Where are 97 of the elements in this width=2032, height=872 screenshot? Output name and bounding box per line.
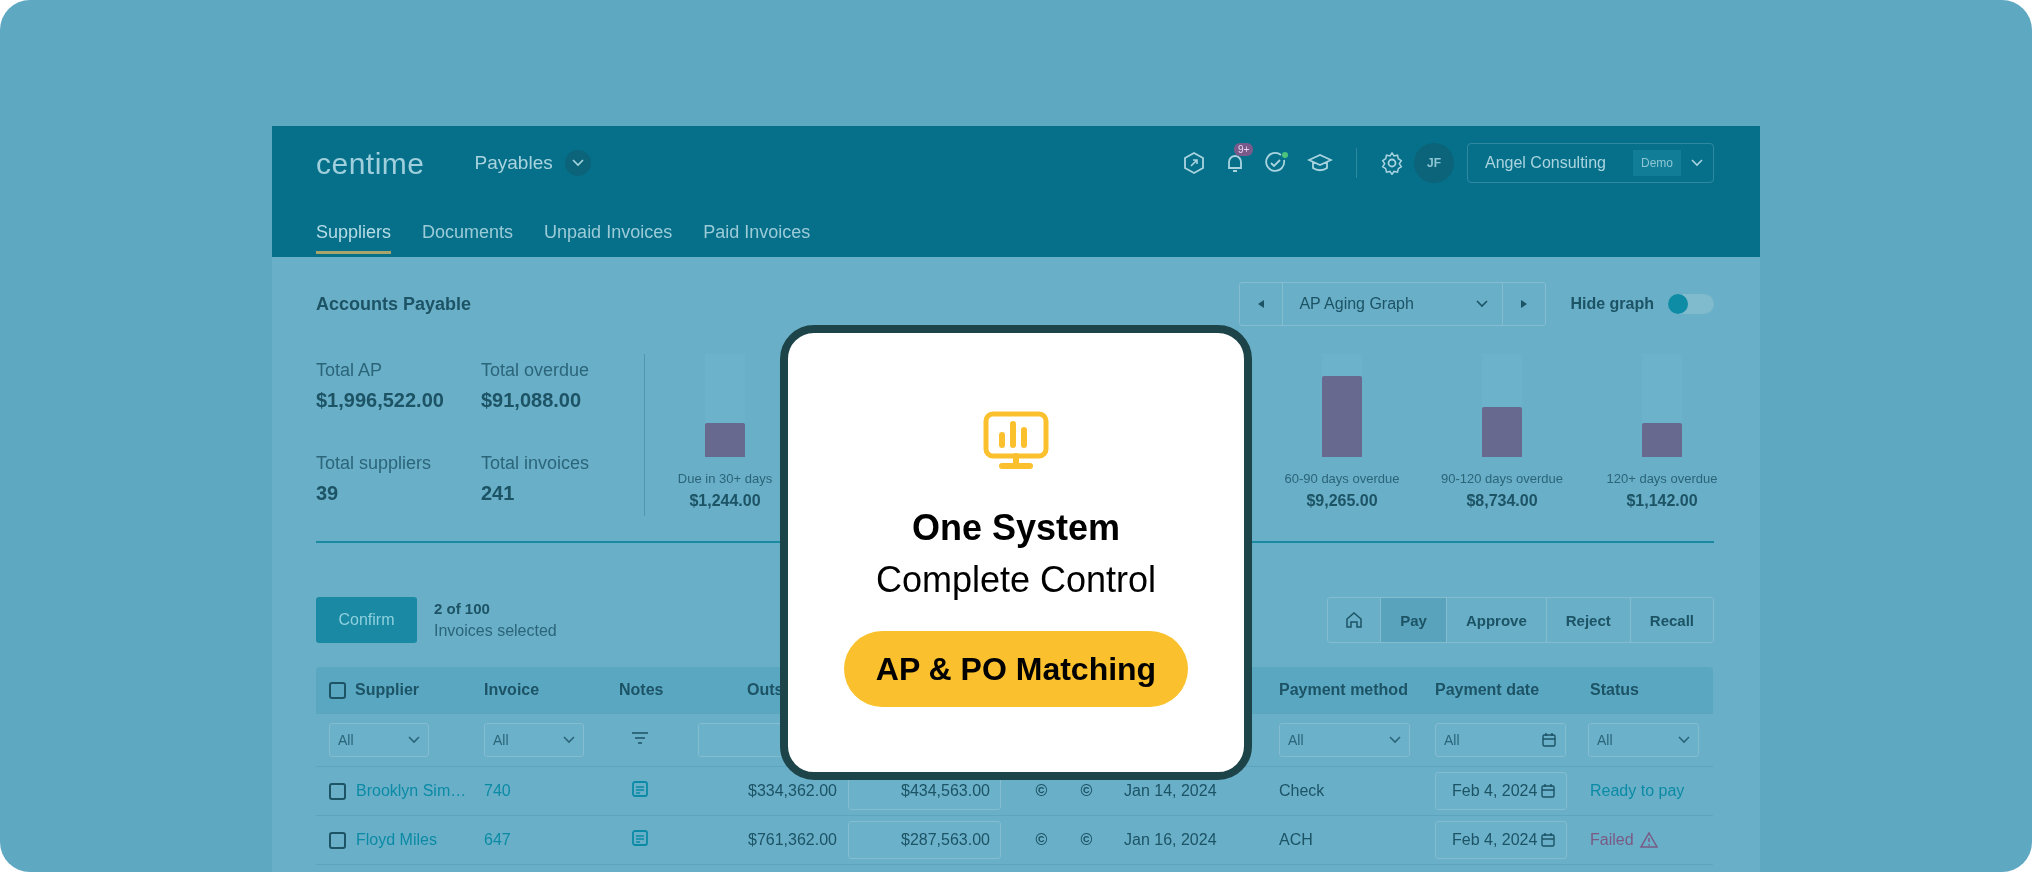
chevron-down-icon	[563, 736, 575, 744]
module-dropdown-button[interactable]	[564, 150, 591, 176]
calendar-icon	[1541, 732, 1557, 748]
notification-badge: 9+	[1234, 143, 1254, 156]
note-icon[interactable]	[631, 829, 649, 847]
column-header: Status	[1590, 681, 1639, 699]
selection-caption: Invoices selected	[434, 622, 557, 640]
module-title: Payables	[474, 152, 553, 174]
date-field[interactable]: Feb 4, 2024	[1435, 821, 1567, 859]
graph-dropdown[interactable]: AP Aging Graph	[1282, 283, 1504, 325]
table-cell-text: ©	[1034, 831, 1049, 849]
promo-subtitle: Complete Control	[875, 559, 1157, 601]
action-button[interactable]: Pay	[1380, 598, 1446, 642]
table-cell-text: Jan 16, 2024	[1123, 831, 1218, 849]
bar-label: 90-120 days overdue	[1440, 471, 1564, 486]
status-text: Ready to pay	[1589, 782, 1686, 800]
invoice-link[interactable]: 740	[484, 782, 511, 799]
stat-value: $1,996,522.00	[316, 389, 445, 412]
promo-title: One System	[911, 507, 1121, 549]
bar-amount: $9,265.00	[1306, 492, 1378, 510]
selection-count: 2 of 100	[434, 600, 491, 617]
date-field[interactable]: Feb 4, 2024	[1435, 772, 1567, 810]
table-cell-text: $334,362.00	[747, 782, 838, 800]
caret-left-icon	[1258, 300, 1265, 308]
bar-label: 120+ days overdue	[1606, 471, 1718, 486]
invoice-link[interactable]: 647	[484, 831, 511, 848]
checkbox[interactable]	[329, 831, 346, 849]
table-cell-text: $761,362.00	[747, 831, 838, 849]
confirm-button[interactable]: Confirm	[316, 597, 417, 643]
settings-icon[interactable]	[1380, 151, 1404, 175]
toggle-label: Hide graph	[1570, 295, 1654, 313]
bar-label: 60-90 days overdue	[1284, 471, 1400, 486]
home-icon	[1344, 610, 1365, 630]
demo-tag: Demo	[1633, 150, 1681, 176]
tab[interactable]: Suppliers	[316, 213, 392, 254]
chevron-down-icon	[1691, 159, 1703, 167]
column-header: Payment date	[1435, 681, 1540, 699]
checkbox[interactable]	[329, 782, 346, 800]
tab[interactable]: Paid Invoices	[703, 213, 811, 254]
stat-label: Total overdue	[481, 360, 591, 381]
graph-dropdown-value: AP Aging Graph	[1299, 295, 1414, 313]
date-filter[interactable]: All	[1435, 723, 1566, 757]
chevron-down-icon	[1389, 736, 1401, 744]
table-cell-text: Check	[1278, 782, 1326, 800]
chevron-down-icon	[1678, 736, 1690, 744]
action-button[interactable]: Reject	[1545, 598, 1630, 642]
stat-label: Total AP	[316, 360, 384, 381]
filter-dropdown[interactable]: All	[1279, 723, 1410, 757]
table-cell-text: ACH	[1278, 831, 1314, 849]
table-cell-text: ©	[1034, 782, 1049, 800]
chevron-down-icon	[408, 736, 420, 744]
table-cell-text: ©	[1079, 831, 1094, 849]
logo[interactable]: centime	[316, 145, 425, 181]
stat-value: 241	[481, 482, 516, 505]
stat-label: Total invoices	[481, 453, 591, 474]
warning-icon	[1639, 832, 1658, 848]
supplier-link[interactable]: Floyd Miles	[356, 831, 437, 849]
table-cell-text: ©	[1079, 782, 1094, 800]
action-button[interactable]: Approve	[1445, 598, 1546, 642]
bar-amount: $1,142.00	[1626, 492, 1698, 510]
note-icon[interactable]	[631, 780, 649, 798]
amount-field[interactable]: $287,563.00	[848, 821, 1001, 859]
monitor-chart-icon	[983, 411, 1049, 471]
filter-dropdown[interactable]: All	[484, 723, 584, 757]
checkbox[interactable]	[329, 681, 346, 699]
company-name: Angel Consulting	[1485, 154, 1606, 172]
company-selector[interactable]: Angel Consulting Demo	[1467, 143, 1714, 183]
section-title: Accounts Payable	[316, 293, 472, 315]
tab[interactable]: Unpaid Invoices	[544, 213, 673, 254]
chevron-down-icon	[571, 159, 584, 167]
calendar-icon	[1540, 832, 1556, 848]
filter-dropdown[interactable]: All	[329, 723, 429, 757]
filter-icon[interactable]	[631, 731, 649, 745]
filter-dropdown[interactable]: All	[1588, 723, 1699, 757]
column-header: Notes	[619, 681, 664, 699]
status-text: Failed	[1590, 831, 1634, 849]
avatar[interactable]: JF	[1414, 143, 1454, 183]
stat-value: $91,088.00	[481, 389, 583, 412]
bar-amount: $1,244.00	[689, 492, 761, 510]
bar-amount: $8,734.00	[1466, 492, 1538, 510]
hide-graph-toggle[interactable]	[1668, 294, 1714, 314]
calendar-icon	[1540, 783, 1556, 799]
column-header: Supplier	[355, 681, 419, 699]
chevron-down-icon	[1476, 300, 1489, 308]
hexagon-icon[interactable]	[1182, 151, 1206, 175]
check-badge-icon[interactable]	[1264, 151, 1290, 175]
table-cell-text: Jan 14, 2024	[1123, 782, 1218, 800]
feature-badge: AP & PO Matching	[843, 631, 1189, 707]
stat-label: Total suppliers	[316, 453, 433, 474]
action-button[interactable]: Recall	[1629, 598, 1713, 642]
caret-right-icon	[1521, 300, 1528, 308]
supplier-link[interactable]: Brooklyn Sim…	[356, 782, 467, 800]
column-header: Payment method	[1279, 681, 1408, 699]
column-header: Invoice	[484, 681, 540, 699]
bar-label: Due in 30+ days	[677, 471, 773, 486]
tab[interactable]: Documents	[422, 213, 514, 254]
stat-value: 39	[316, 482, 340, 505]
